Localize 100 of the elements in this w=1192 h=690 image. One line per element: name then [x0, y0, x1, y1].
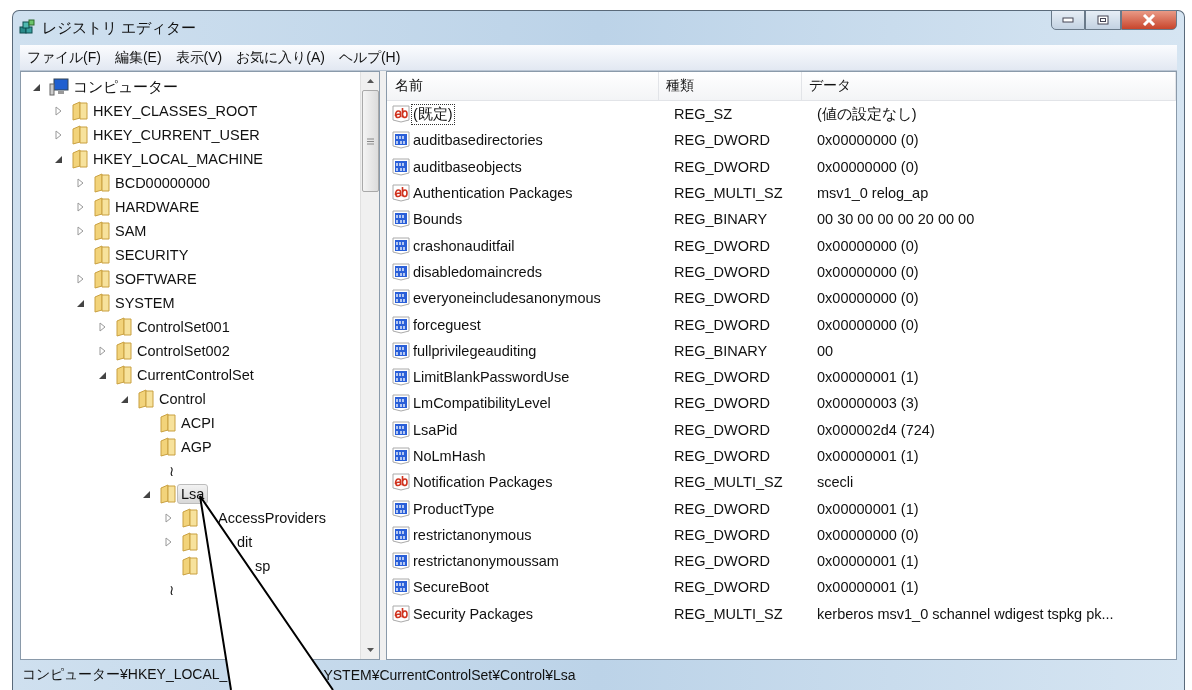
minimize-button[interactable] — [1051, 10, 1085, 30]
column-header[interactable]: 種類 — [659, 72, 802, 100]
value-data: 00 — [816, 342, 835, 359]
folder-icon — [93, 197, 111, 217]
status-path: YSTEM¥CurrentControlSet¥Control¥Lsa — [323, 667, 576, 683]
value-data: 0x00000000 (0) — [816, 132, 920, 149]
binary-value-icon — [392, 368, 410, 387]
tree-item[interactable]: Control — [155, 389, 210, 409]
binary-value-icon — [392, 236, 410, 255]
scrollbar[interactable] — [360, 72, 379, 659]
value-name[interactable]: ProductType — [411, 499, 497, 518]
value-name[interactable]: Authentication Packages — [411, 184, 575, 203]
value-type: REG_DWORD — [673, 290, 771, 307]
value-name[interactable]: auditbasedirectories — [411, 131, 545, 150]
value-name[interactable]: auditbaseobjects — [411, 157, 524, 176]
column-header[interactable]: データ — [802, 72, 1176, 100]
binary-value-icon — [392, 341, 410, 360]
tree-item[interactable]: HKEY_LOCAL_MACHINE — [89, 149, 268, 169]
tree-item[interactable]: ControlSet001 — [133, 317, 234, 337]
value-name[interactable]: disabledomaincreds — [411, 262, 544, 281]
folder-icon — [137, 389, 155, 409]
menu-item[interactable]: ヘルプ(H) — [338, 48, 401, 67]
collapsed-arrow-icon[interactable] — [76, 226, 84, 236]
tree-item[interactable]: SYSTEM — [111, 293, 179, 313]
value-data: 0x00000001 (1) — [816, 369, 920, 386]
collapsed-arrow-icon[interactable] — [98, 346, 106, 356]
collapsed-arrow-icon[interactable] — [76, 202, 84, 212]
close-icon — [1142, 14, 1156, 26]
expanded-arrow-icon[interactable] — [53, 154, 63, 164]
folder-icon — [93, 293, 111, 313]
tree-item[interactable]: Lsa — [177, 484, 209, 504]
value-data: 0x000002d4 (724) — [816, 421, 936, 438]
expanded-arrow-icon[interactable] — [119, 394, 129, 404]
column-header[interactable]: 名前 — [387, 72, 659, 100]
value-name[interactable]: LsaPid — [411, 420, 460, 439]
value-data: 0x00000000 (0) — [816, 290, 920, 307]
tree-item[interactable]: SAM — [111, 221, 151, 241]
value-type: REG_DWORD — [673, 132, 771, 149]
scroll-thumb[interactable] — [361, 90, 379, 192]
collapsed-arrow-icon[interactable] — [164, 513, 172, 523]
tree-item[interactable]: AccessProviders — [214, 508, 330, 528]
value-type: REG_DWORD — [673, 526, 771, 543]
value-data: 0x00000000 (0) — [816, 526, 920, 543]
expanded-arrow-icon[interactable] — [31, 82, 41, 92]
maximize-button[interactable] — [1085, 10, 1121, 30]
value-name[interactable]: (既定) — [411, 103, 455, 125]
collapsed-arrow-icon[interactable] — [98, 322, 106, 332]
tree-item[interactable]: CurrentControlSet — [133, 365, 258, 385]
collapsed-arrow-icon[interactable] — [54, 106, 62, 116]
tree-item[interactable]: BCD00000000 — [111, 173, 215, 193]
value-name[interactable]: restrictanonymous — [411, 525, 534, 544]
string-value-icon — [392, 604, 410, 623]
value-name[interactable]: fullprivilegeauditing — [411, 341, 539, 360]
value-type: REG_DWORD — [673, 369, 771, 386]
binary-value-icon — [392, 289, 410, 308]
value-name[interactable]: everyoneincludesanonymous — [411, 289, 603, 308]
value-name[interactable]: LimitBlankPasswordUse — [411, 368, 572, 387]
collapsed-arrow-icon[interactable] — [164, 537, 172, 547]
value-name[interactable]: NoLmHash — [411, 447, 488, 465]
value-name[interactable]: Security Packages — [411, 604, 536, 623]
folder-icon — [115, 317, 133, 337]
collapsed-arrow-icon[interactable] — [76, 178, 84, 188]
value-name[interactable]: LmCompatibilityLevel — [411, 394, 553, 413]
tree-item[interactable]: ControlSet002 — [133, 341, 234, 361]
binary-value-icon — [392, 157, 410, 176]
value-name[interactable]: crashonauditfail — [411, 236, 517, 255]
tree-item[interactable]: HKEY_CLASSES_ROOT — [89, 101, 262, 121]
menu-item[interactable]: お気に入り(A) — [236, 48, 325, 67]
collapsed-arrow-icon[interactable] — [54, 130, 62, 140]
tree-item[interactable]: コンピューター — [69, 75, 182, 99]
tree-item[interactable]: HARDWARE — [111, 197, 204, 217]
value-data: scecli — [816, 474, 855, 491]
menu-item[interactable]: 表示(V) — [175, 48, 223, 67]
tree-item[interactable]: AGP — [177, 437, 216, 457]
expanded-arrow-icon[interactable] — [141, 489, 151, 499]
value-type: REG_BINARY — [673, 342, 769, 359]
scroll-up-icon[interactable] — [365, 78, 375, 84]
value-name[interactable]: forceguest — [411, 315, 483, 334]
value-data: 0x00000000 (0) — [816, 316, 920, 333]
tree-item[interactable]: HKEY_CURRENT_USER — [89, 125, 264, 145]
value-name[interactable]: Bounds — [411, 210, 465, 229]
value-data: msv1_0 relog_ap — [816, 185, 930, 202]
tree-item[interactable]: sp — [251, 556, 275, 576]
collapsed-arrow-icon[interactable] — [76, 274, 84, 284]
menu-item[interactable]: ファイル(F) — [27, 48, 101, 67]
close-button[interactable] — [1121, 10, 1177, 30]
tree-item[interactable]: SECURITY — [111, 245, 193, 265]
scroll-down-icon[interactable] — [365, 647, 375, 653]
expanded-arrow-icon[interactable] — [97, 370, 107, 380]
value-name[interactable]: Notification Packages — [411, 473, 555, 492]
tree-item[interactable]: ACPI — [177, 413, 219, 433]
value-type: REG_DWORD — [673, 500, 771, 517]
folder-icon — [93, 221, 111, 241]
tree-item[interactable]: SOFTWARE — [111, 269, 201, 289]
value-name[interactable]: restrictanonymoussam — [411, 552, 561, 571]
tree-item[interactable]: dit — [233, 532, 257, 552]
folder-icon — [159, 413, 177, 433]
value-name[interactable]: SecureBoot — [411, 578, 491, 597]
expanded-arrow-icon[interactable] — [75, 298, 85, 308]
menu-item[interactable]: 編集(E) — [114, 48, 162, 67]
